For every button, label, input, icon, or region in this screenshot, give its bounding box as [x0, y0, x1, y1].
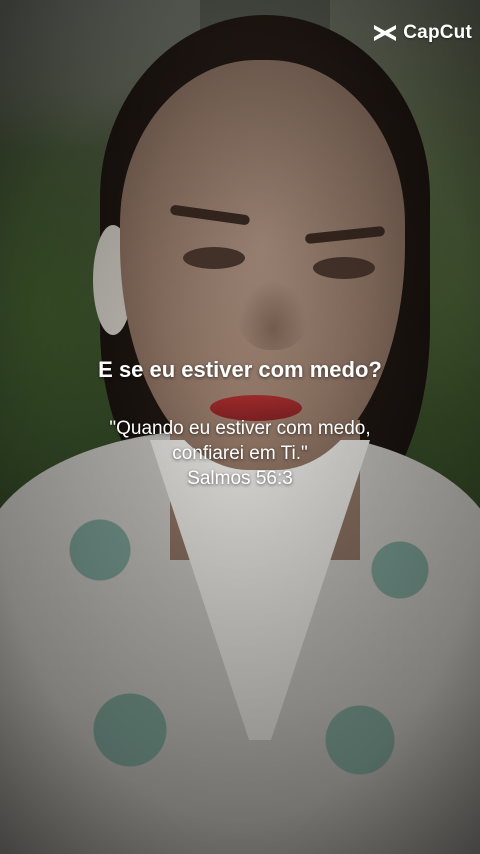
- bible-verse: "Quando eu estiver com medo, confiarei e…: [0, 416, 480, 491]
- verse-reference: Salmos 56:3: [187, 468, 293, 489]
- capcut-watermark: CapCut: [372, 20, 472, 46]
- caption-question: E se eu estiver com medo?: [98, 357, 382, 382]
- capcut-logo-icon: [372, 22, 398, 44]
- verse-line-1: "Quando eu estiver com medo,: [109, 418, 371, 439]
- capcut-brand-text: CapCut: [403, 22, 472, 43]
- verse-line-2: confiarei em Ti.": [172, 443, 308, 464]
